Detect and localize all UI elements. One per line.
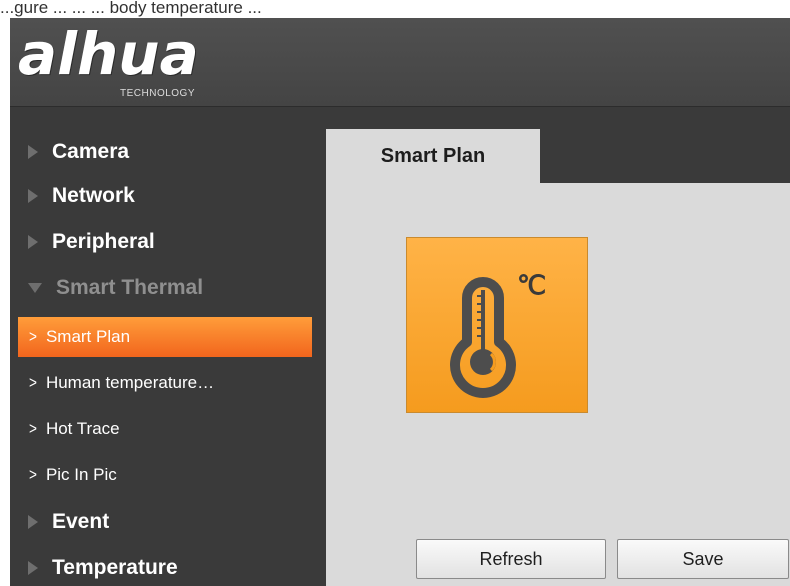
expand-arrow-icon (28, 515, 38, 529)
sidebar-subitem-label: Pic In Pic (45, 465, 117, 484)
sidebar-item-event[interactable]: Event (10, 501, 312, 543)
sidebar-subitem-human-temperature[interactable]: > Human temperature… (18, 363, 312, 403)
sidebar-item-label: Temperature (52, 556, 178, 579)
celsius-unit-label: ℃ (517, 270, 546, 300)
logo-text: alhua (18, 20, 199, 88)
sidebar-subitem-pic-in-pic[interactable]: > Pic In Pic (18, 455, 312, 495)
main-content: Smart Plan ℃ Refresh Save (312, 107, 790, 586)
sidebar-item-peripheral[interactable]: Peripheral (10, 221, 312, 263)
thermometer-icon: ℃ (450, 270, 546, 398)
collapse-arrow-icon (28, 283, 42, 293)
expand-arrow-icon (28, 235, 38, 249)
logo-subtitle: TECHNOLOGY (120, 88, 196, 99)
sidebar-item-smart-thermal[interactable]: Smart Thermal (10, 267, 312, 309)
expand-arrow-icon (28, 189, 38, 203)
chevron-right-icon: > (28, 465, 37, 484)
header-bar: alhua TECHNOLOGY (10, 18, 790, 107)
sidebar-subitem-hot-trace[interactable]: > Hot Trace (18, 409, 312, 449)
sidebar-item-temperature[interactable]: Temperature (10, 547, 312, 586)
chevron-right-icon: > (28, 373, 37, 392)
smart-plan-panel: ℃ Refresh Save (326, 183, 790, 586)
expand-arrow-icon (28, 561, 38, 575)
chevron-right-icon: > (28, 419, 37, 438)
sidebar-subitem-smart-plan[interactable]: > Smart Plan (18, 317, 312, 357)
sidebar-item-label: Peripheral (52, 230, 155, 253)
sidebar-item-camera[interactable]: Camera (10, 131, 312, 173)
refresh-button[interactable]: Refresh (416, 539, 606, 579)
sidebar-item-label: Network (52, 184, 135, 207)
tab-label: Smart Plan (380, 144, 486, 167)
sidebar-item-network[interactable]: Network (10, 175, 312, 217)
temperature-plan-tile[interactable]: ℃ (406, 237, 588, 413)
sidebar: Camera Network Peripheral Smart Thermal … (10, 107, 312, 586)
tab-smart-plan[interactable]: Smart Plan (326, 129, 540, 183)
sidebar-subitem-label: Human temperature… (45, 373, 215, 392)
save-button[interactable]: Save (617, 539, 789, 579)
brand-logo: alhua TECHNOLOGY (18, 20, 288, 102)
sidebar-item-label: Camera (52, 140, 130, 163)
sidebar-item-label: Smart Thermal (56, 276, 204, 299)
sidebar-subitem-label: Hot Trace (45, 419, 120, 438)
app-window: alhua TECHNOLOGY Camera Network Peripher… (10, 18, 790, 586)
chevron-right-icon: > (28, 327, 37, 346)
sidebar-subitem-label: Smart Plan (45, 327, 131, 346)
sidebar-item-label: Event (52, 510, 110, 533)
expand-arrow-icon (28, 145, 38, 159)
